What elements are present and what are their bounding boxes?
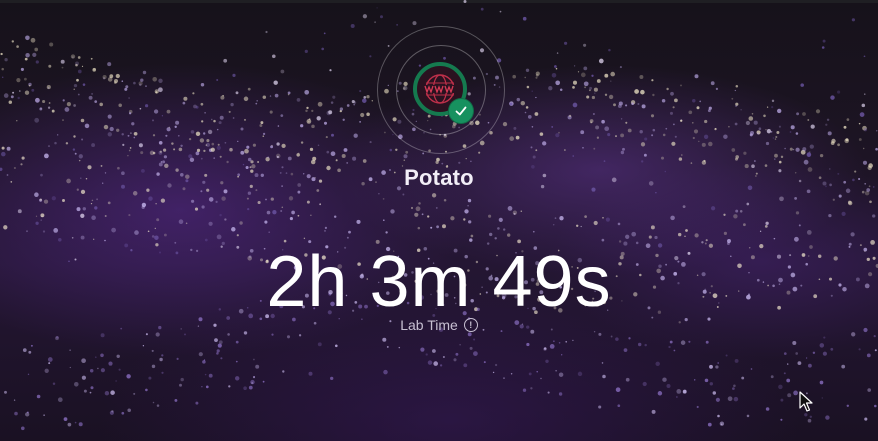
- lab-time-label: Lab Time: [400, 317, 458, 333]
- info-circle-icon[interactable]: !: [463, 318, 478, 332]
- lab-name: Potato: [404, 165, 474, 190]
- lab-time-label-row: Lab Time !: [0, 317, 878, 333]
- mouse-cursor-icon: [799, 391, 813, 412]
- lab-time-value: 2h 3m 49s: [266, 242, 612, 322]
- lab-completion-screen: Potato 2h 3m 49s Lab Time !: [0, 0, 878, 441]
- lab-badge: [377, 26, 505, 154]
- checkmark-icon: [455, 106, 467, 116]
- completed-check-badge: [448, 98, 474, 124]
